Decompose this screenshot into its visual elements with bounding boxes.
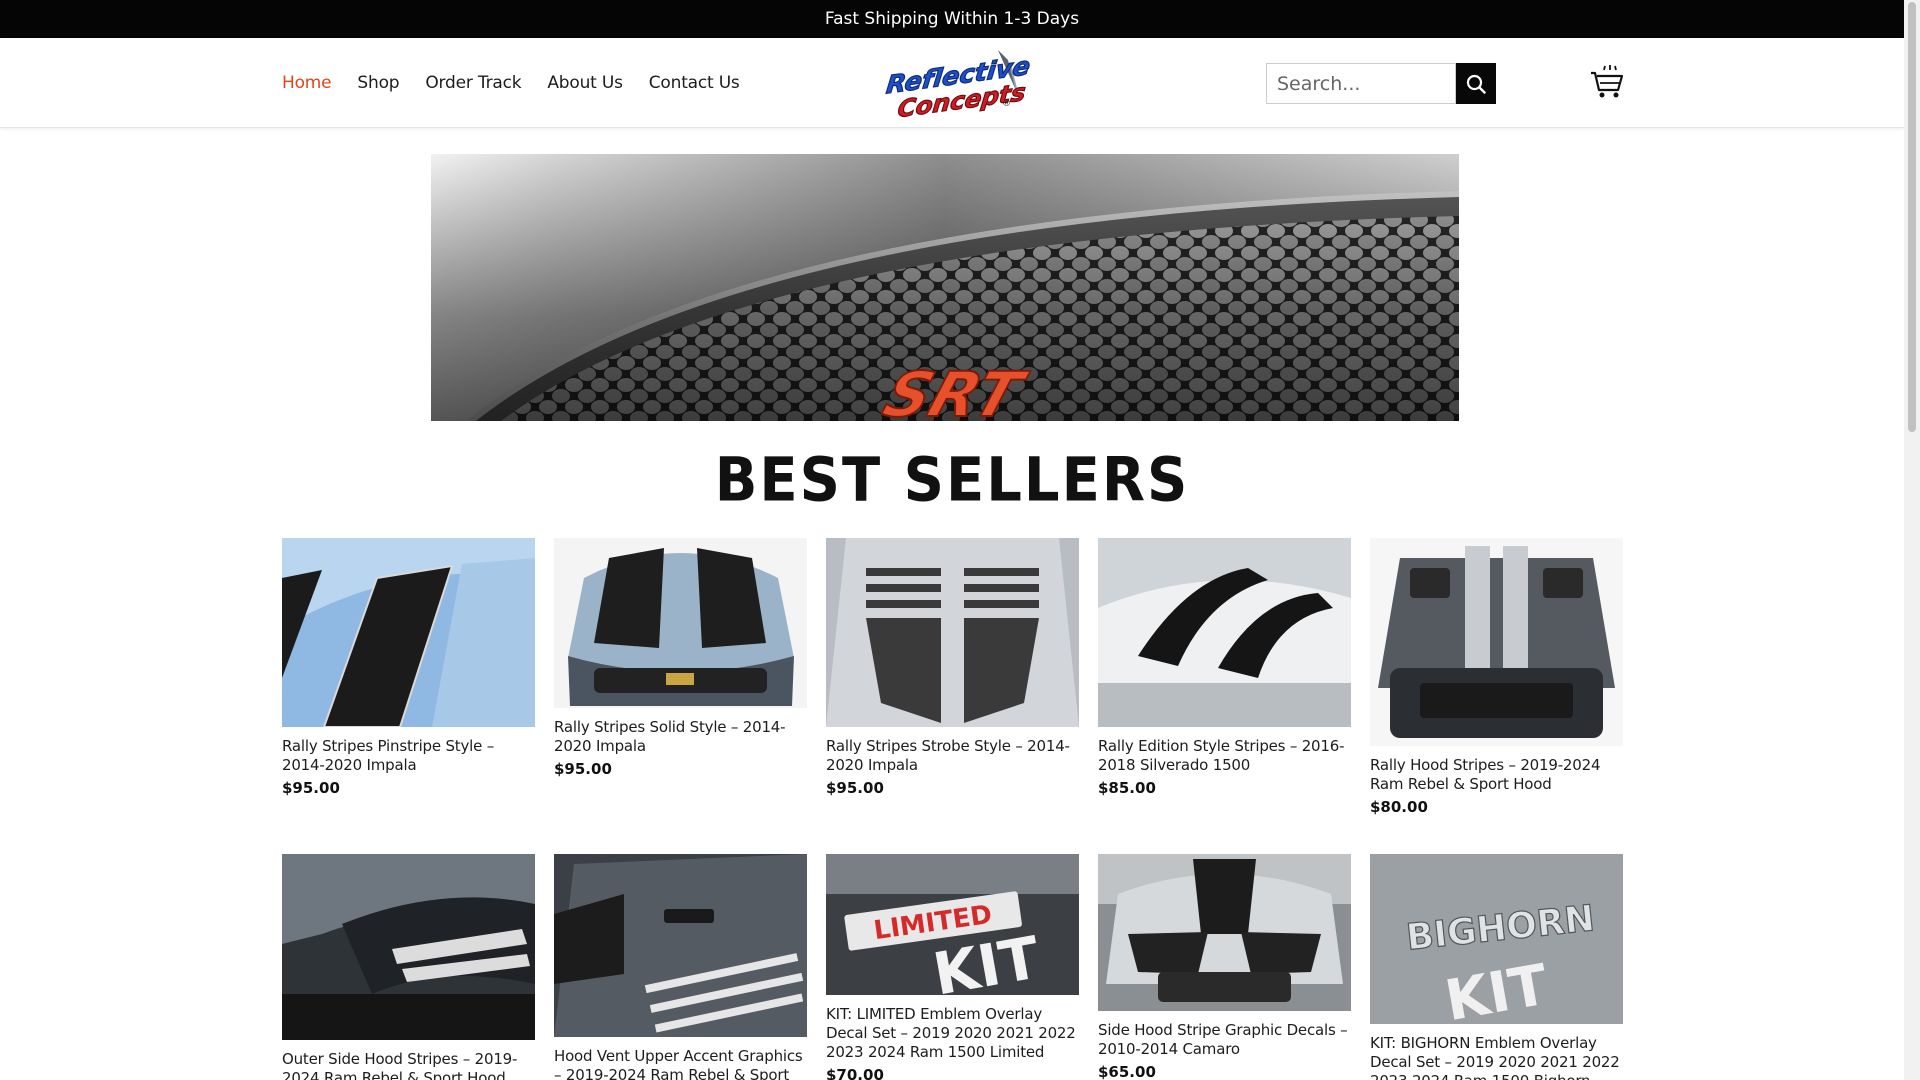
site-header: Home Shop Order Track About Us Contact U… <box>0 38 1904 128</box>
search-form <box>1266 63 1496 104</box>
product-card[interactable]: Side Hood Stripe Graphic Decals – 2010-2… <box>1098 854 1351 1080</box>
cart-button[interactable] <box>1590 64 1624 100</box>
hero-grille-image: SRT <box>431 154 1459 421</box>
nav-order-track[interactable]: Order Track <box>425 73 521 93</box>
product-card[interactable]: Rally Stripes Strobe Style – 2014-2020 I… <box>826 538 1079 797</box>
product-card[interactable]: BIGHORN KIT KIT: BIGHORN Emblem Overlay … <box>1370 854 1623 1080</box>
search-input[interactable] <box>1266 63 1456 104</box>
hero-banner[interactable]: SRT <box>431 154 1459 421</box>
scrollbar-thumb[interactable] <box>1908 2 1916 432</box>
product-price: $70.00 <box>826 1066 884 1080</box>
product-name[interactable]: Hood Vent Upper Accent Graphics – 2019-2… <box>554 1047 807 1080</box>
product-price: $65.00 <box>1098 1063 1156 1080</box>
product-image[interactable]: BIGHORN KIT <box>1370 854 1623 1024</box>
product-price: $85.00 <box>1098 779 1156 797</box>
logo-registered: ® <box>1002 99 1011 109</box>
product-name[interactable]: KIT: BIGHORN Emblem Overlay Decal Set – … <box>1370 1034 1623 1080</box>
product-image[interactable] <box>1098 538 1351 727</box>
product-name[interactable]: Rally Stripes Strobe Style – 2014-2020 I… <box>826 737 1079 775</box>
product-name[interactable]: Rally Edition Style Stripes – 2016-2018 … <box>1098 737 1351 775</box>
product-name[interactable]: Rally Stripes Solid Style – 2014-2020 Im… <box>554 718 807 756</box>
search-button[interactable] <box>1456 63 1496 104</box>
product-name[interactable]: Rally Stripes Pinstripe Style – 2014-202… <box>282 737 535 775</box>
product-card[interactable]: Rally Hood Stripes – 2019-2024 Ram Rebel… <box>1370 538 1623 816</box>
nav-about-us[interactable]: About Us <box>547 73 623 93</box>
product-price: $95.00 <box>282 779 340 797</box>
product-image[interactable] <box>282 538 535 727</box>
product-card[interactable]: Rally Stripes Pinstripe Style – 2014-202… <box>282 538 535 797</box>
product-card[interactable]: Hood Vent Upper Accent Graphics – 2019-2… <box>554 854 807 1080</box>
product-price: $95.00 <box>826 779 884 797</box>
product-name[interactable]: Rally Hood Stripes – 2019-2024 Ram Rebel… <box>1370 756 1623 794</box>
nav-shop[interactable]: Shop <box>357 73 399 93</box>
best-sellers-title: BEST SELLERS <box>714 445 1190 516</box>
product-card[interactable]: Rally Stripes Solid Style – 2014-2020 Im… <box>554 538 807 778</box>
hero-srt-badge: SRT <box>875 359 1035 421</box>
product-card[interactable]: Outer Side Hood Stripes – 2019-2024 Ram … <box>282 854 535 1080</box>
product-price: $95.00 <box>554 760 612 778</box>
nav-home[interactable]: Home <box>282 73 332 93</box>
search-icon <box>1466 74 1486 94</box>
product-image[interactable] <box>1370 538 1623 746</box>
cart-icon <box>1591 65 1624 98</box>
product-image[interactable] <box>826 538 1079 727</box>
main-nav: Home Shop Order Track About Us Contact U… <box>282 38 740 128</box>
announcement-bar: Fast Shipping Within 1-3 Days <box>0 0 1904 38</box>
product-image[interactable] <box>1098 854 1351 1011</box>
page-scrollbar[interactable] <box>1904 0 1920 1080</box>
nav-contact-us[interactable]: Contact Us <box>649 73 740 93</box>
product-name[interactable]: Side Hood Stripe Graphic Decals – 2010-2… <box>1098 1021 1351 1059</box>
product-image[interactable] <box>554 538 807 708</box>
product-card[interactable]: Rally Edition Style Stripes – 2016-2018 … <box>1098 538 1351 797</box>
product-card[interactable]: LIMITED KIT KIT: LIMITED Emblem Overlay … <box>826 854 1079 1080</box>
product-name[interactable]: KIT: LIMITED Emblem Overlay Decal Set – … <box>826 1005 1079 1062</box>
product-image[interactable]: LIMITED KIT <box>826 854 1079 995</box>
announcement-text: Fast Shipping Within 1-3 Days <box>824 9 1080 29</box>
product-name[interactable]: Outer Side Hood Stripes – 2019-2024 Ram … <box>282 1050 535 1080</box>
logo-graphic: Reflective Concepts ® <box>884 50 1032 124</box>
product-price: $80.00 <box>1370 798 1428 816</box>
product-image[interactable] <box>554 854 807 1037</box>
product-image[interactable] <box>282 854 535 1040</box>
site-logo[interactable]: Reflective Concepts ® <box>880 48 1032 124</box>
